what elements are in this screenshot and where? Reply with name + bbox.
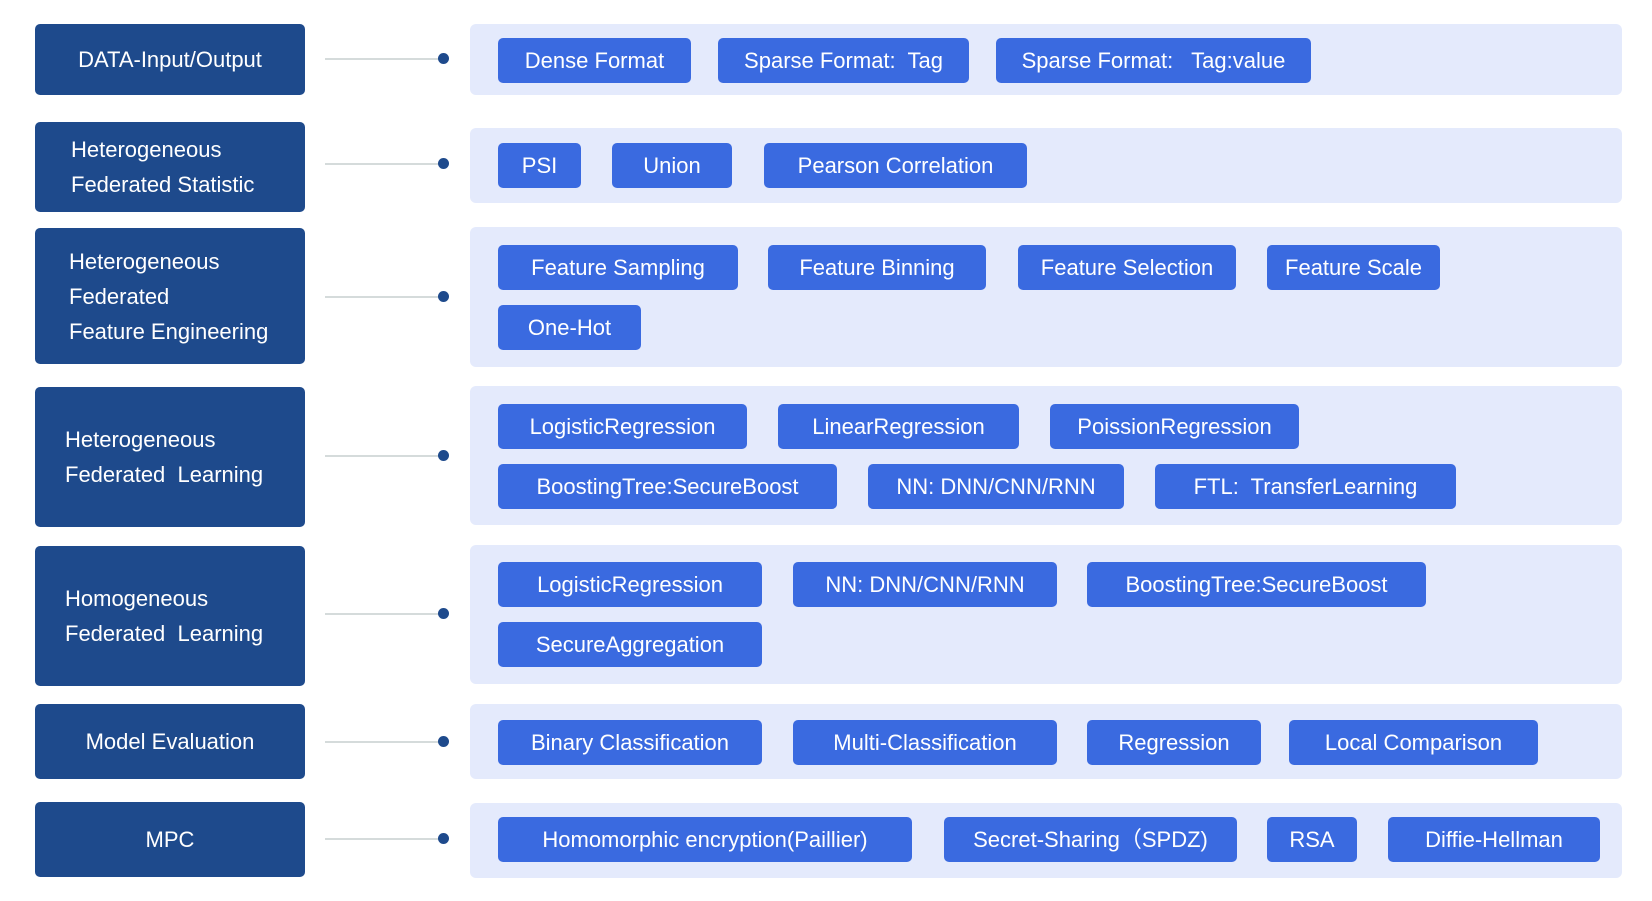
item-chip: SecureAggregation [498,622,762,667]
item-chip: Diffie-Hellman [1388,817,1600,862]
item-chip: NN: DNN/CNN/RNN [868,464,1124,509]
category-label-text: Federated [69,283,170,309]
connector-dot [438,53,449,64]
item-chip: One-Hot [498,305,641,350]
item-chip: Binary Classification [498,720,762,765]
item-chip: Feature Binning [768,245,986,290]
item-chip: Homomorphic encryption(Paillier) [498,817,912,862]
item-chip: Regression [1087,720,1261,765]
connector-dot [438,833,449,844]
item-chip: Secret-Sharing（SPDZ) [944,817,1237,862]
item-chip: Feature Sampling [498,245,738,290]
item-chip: Local Comparison [1289,720,1538,765]
item-chip: LinearRegression [778,404,1019,449]
item-chip: PSI [498,143,581,188]
category-label-text: MPC [145,827,195,852]
category-label-text: Feature Engineering [69,318,269,344]
category-label-text: Homogeneous [65,586,209,611]
category-label-federated-statistic: Heterogeneous Federated Statistic [35,122,305,212]
category-label-homogeneous-learning: Homogeneous Federated Learning [35,546,305,686]
item-chip: Dense Format [498,38,691,83]
items-panel-data-io: Dense Format Sparse Format: Tag Sparse F… [470,24,1622,95]
category-label-text: Federated Statistic [71,172,255,197]
item-chip: Feature Scale [1267,245,1440,290]
connector-line [325,741,443,743]
item-chip: LogisticRegression [498,562,762,607]
category-label-text: Heterogeneous [65,427,216,452]
item-chip: PoissionRegression [1050,404,1299,449]
connector-dot [438,158,449,169]
items-panel-federated-statistic: PSI Union Pearson Correlation [470,128,1622,203]
item-chip: Union [612,143,732,188]
items-panel-model-evaluation: Binary Classification Multi-Classificati… [470,704,1622,779]
item-chip: BoostingTree:SecureBoost [1087,562,1426,607]
item-chip: Sparse Format: Tag:value [996,38,1311,83]
category-label-mpc: MPC [35,802,305,877]
connector-dot [438,736,449,747]
connector-dot [438,291,449,302]
category-label-model-evaluation: Model Evaluation [35,704,305,779]
item-chip: FTL: TransferLearning [1155,464,1456,509]
items-panel-mpc: Homomorphic encryption(Paillier) Secret-… [470,803,1622,878]
category-label-text: DATA-Input/Output [78,47,262,72]
item-chip: BoostingTree:SecureBoost [498,464,837,509]
category-label-data-io: DATA-Input/Output [35,24,305,95]
item-chip: NN: DNN/CNN/RNN [793,562,1057,607]
item-chip: Pearson Correlation [764,143,1027,188]
items-panel-feature-engineering: Feature Sampling Feature Binning Feature… [470,227,1622,367]
items-panel-homogeneous-learning: LogisticRegression NN: DNN/CNN/RNN Boost… [470,545,1622,684]
item-chip: Feature Selection [1018,245,1236,290]
category-label-text: Federated Learning [65,462,264,487]
connector-dot [438,450,449,461]
connector-line [325,58,443,60]
category-label-feature-engineering: Heterogeneous Federated Feature Engineer… [35,228,305,364]
category-label-text: Heterogeneous [69,248,220,274]
connector-line [325,296,443,298]
connector-line [325,838,443,840]
item-chip: Multi-Classification [793,720,1057,765]
category-label-text: Heterogeneous [71,137,222,162]
category-label-text: Model Evaluation [85,729,255,754]
connector-line [325,163,443,165]
category-label-text: Federated Learning [65,621,264,646]
category-label-heterogeneous-learning: Heterogeneous Federated Learning [35,387,305,527]
connector-line [325,455,443,457]
connector-line [325,613,443,615]
connector-dot [438,608,449,619]
items-panel-heterogeneous-learning: LogisticRegression LinearRegression Pois… [470,386,1622,525]
item-chip: RSA [1267,817,1357,862]
item-chip: LogisticRegression [498,404,747,449]
item-chip: Sparse Format: Tag [718,38,969,83]
